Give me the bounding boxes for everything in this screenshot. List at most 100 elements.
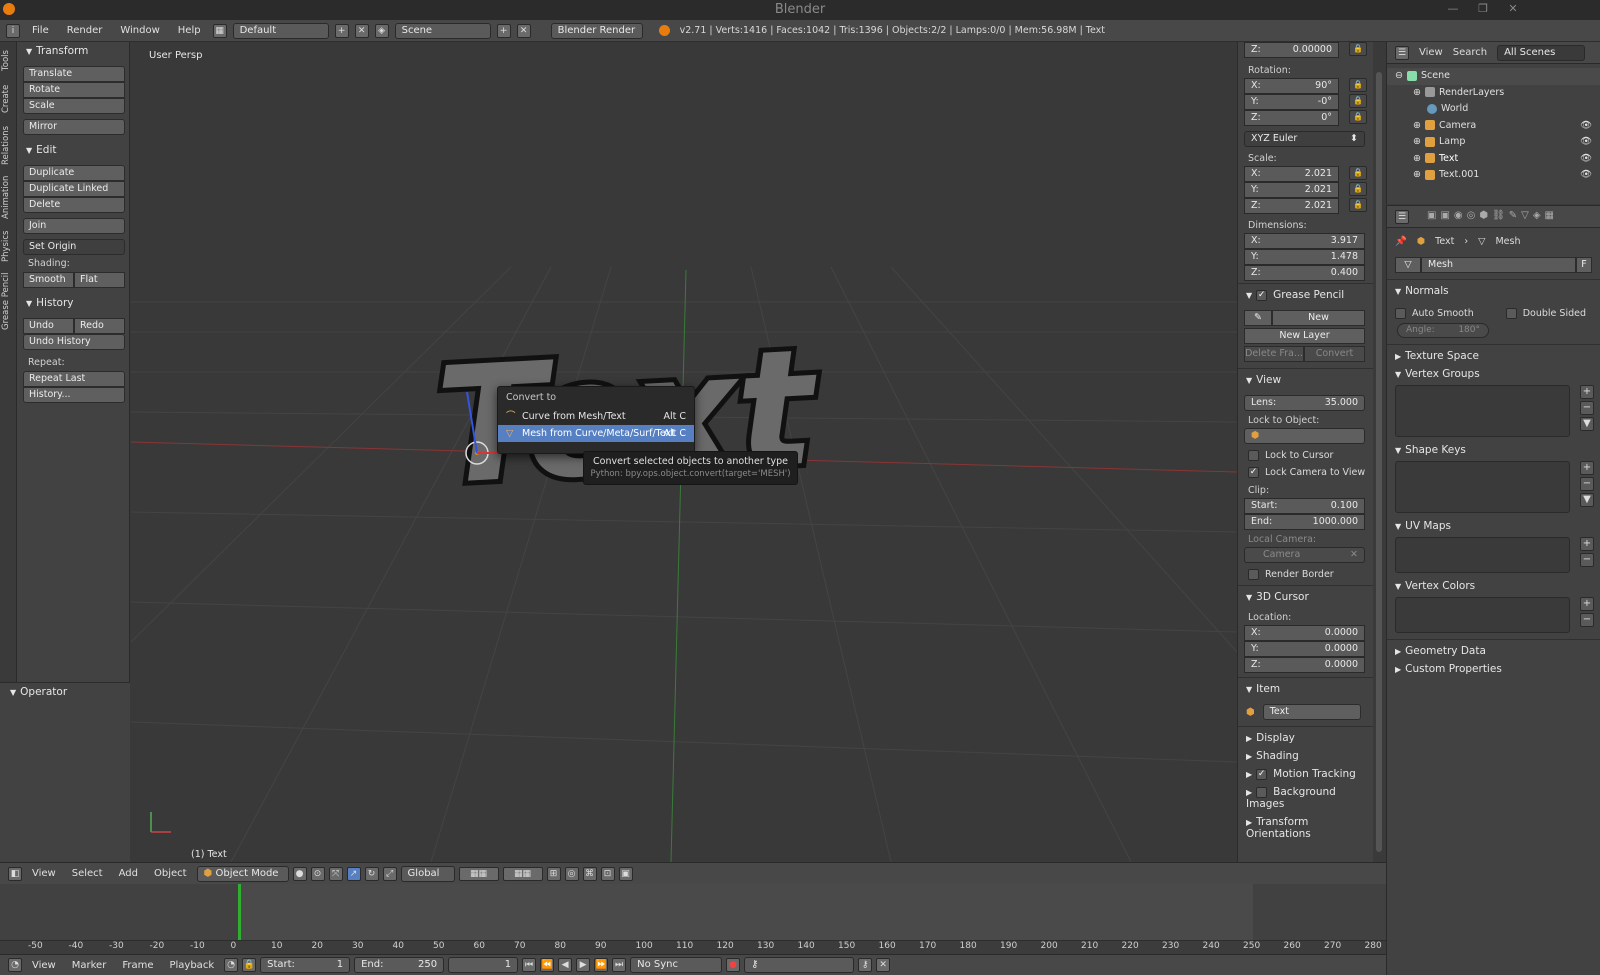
lock-icon[interactable]: 🔒 xyxy=(1349,94,1367,108)
scale-z-field[interactable]: Z: 2.021 xyxy=(1244,198,1339,214)
tab-create[interactable]: Create xyxy=(1,80,16,118)
layers-icon[interactable]: ▦▦ xyxy=(502,866,543,881)
set-origin-dropdown[interactable]: Set Origin xyxy=(23,239,125,255)
vertex-groups-header[interactable]: ▼ Vertex Groups xyxy=(1387,365,1600,383)
minimize-icon[interactable]: — xyxy=(1446,2,1460,16)
scale-button[interactable]: Scale xyxy=(23,98,125,114)
menu-help[interactable]: Help xyxy=(172,25,207,36)
fake-user-button[interactable]: F xyxy=(1576,257,1592,273)
background-images-checkbox[interactable] xyxy=(1256,786,1268,798)
add-icon[interactable]: + xyxy=(1580,385,1594,399)
double-sided-checkbox[interactable] xyxy=(1505,308,1517,319)
outliner-row-text-001[interactable]: ⊕ Text.001 👁 xyxy=(1387,167,1600,184)
menu-object[interactable]: Object xyxy=(148,868,193,879)
lock-icon[interactable]: 🔒 xyxy=(1349,42,1367,56)
menu-view[interactable]: View xyxy=(26,868,62,879)
lock-icon[interactable]: 🔒 xyxy=(1349,166,1367,180)
menu-item-mesh-from-curve[interactable]: ▽ Mesh from Curve/Meta/Surf/Text Alt C xyxy=(498,425,694,442)
dimension-z-field[interactable]: Z: 0.400 xyxy=(1244,265,1365,281)
render-preview-icon[interactable]: ▣ xyxy=(618,866,633,881)
tab-tools[interactable]: Tools xyxy=(1,46,16,76)
current-frame-field[interactable]: 1 xyxy=(448,957,519,973)
add-icon[interactable]: + xyxy=(1580,461,1594,475)
tab-grease-pencil[interactable]: Grease Pencil xyxy=(1,270,16,332)
transform-orientation-dropdown[interactable]: Global xyxy=(400,865,455,882)
dimension-y-field[interactable]: Y: 1.478 xyxy=(1244,249,1365,265)
lock-icon[interactable]: 🔒 xyxy=(1349,198,1367,212)
tab-physics[interactable]: Physics xyxy=(1,226,16,266)
expand-icon[interactable]: ⊕ xyxy=(1413,169,1421,180)
layout-icon[interactable]: ▦ xyxy=(212,23,227,38)
auto-smooth-row[interactable]: Auto Smooth xyxy=(1395,308,1474,319)
snap-icon[interactable]: ⌘ xyxy=(582,866,597,881)
insert-keyframe-icon[interactable]: ⚷ xyxy=(858,958,873,972)
visibility-eye-icon[interactable]: 👁 xyxy=(1580,118,1592,134)
new-gp-button[interactable]: New xyxy=(1272,310,1365,326)
outliner-row-text[interactable]: ⊕ Text 👁 xyxy=(1387,151,1600,168)
angle-field[interactable]: Angle: 180° xyxy=(1397,323,1489,338)
visibility-eye-icon[interactable]: 👁 xyxy=(1580,167,1592,183)
outliner-filter-dropdown[interactable]: All Scenes xyxy=(1497,44,1586,61)
lock-icon[interactable]: 🔒 xyxy=(1349,78,1367,92)
outliner-menu-search[interactable]: Search xyxy=(1453,47,1487,58)
menu-item-curve-from-mesh[interactable]: ⌒ Curve from Mesh/Text Alt C xyxy=(498,408,694,425)
lock-camera-checkbox[interactable]: ✓ xyxy=(1248,467,1259,478)
lock-object-field[interactable]: ⬢ xyxy=(1244,428,1365,444)
play-icon[interactable]: ▶ xyxy=(576,958,591,972)
rotate-manipulator-icon[interactable]: ↻ xyxy=(364,866,379,881)
texture-space-header[interactable]: ▶ Texture Space xyxy=(1387,347,1600,365)
rotate-button[interactable]: Rotate xyxy=(23,82,125,98)
dropdown-icon[interactable]: ▼ xyxy=(1580,493,1594,507)
smooth-button[interactable]: Smooth xyxy=(23,272,74,288)
editor-type-icon[interactable]: ☰ xyxy=(1395,210,1409,224)
add-icon[interactable]: + xyxy=(1580,597,1594,611)
menu-frame[interactable]: Frame xyxy=(116,960,159,971)
delete-button[interactable]: Delete xyxy=(23,197,125,213)
editor-type-icon[interactable]: ◔ xyxy=(8,958,22,972)
scene-selector[interactable]: Scene xyxy=(394,22,491,39)
start-frame-field[interactable]: Start: 1 xyxy=(260,957,351,973)
translate-button[interactable]: Translate xyxy=(23,66,125,82)
display-panel-header[interactable]: ▶ Display xyxy=(1238,729,1373,747)
item-panel-header[interactable]: ▼ Item xyxy=(1238,680,1373,698)
clip-start-field[interactable]: Start: 0.100 xyxy=(1244,498,1365,514)
next-keyframe-icon[interactable]: ⏩ xyxy=(594,958,609,972)
restore-icon[interactable]: ❐ xyxy=(1476,2,1490,16)
grease-pencil-checkbox[interactable]: ✓ xyxy=(1256,289,1268,301)
pivot-point-icon[interactable]: ⊙ xyxy=(310,866,325,881)
history-button[interactable]: History... xyxy=(23,387,125,403)
expand-icon[interactable]: ⊕ xyxy=(1413,136,1421,147)
remove-icon[interactable]: − xyxy=(1580,613,1594,627)
timeline-ruler[interactable]: -50 -40 -30 -20 -10 0 10 20 30 40 50 60 70 80 90 100 110… xyxy=(0,940,1386,954)
editor-type-icon[interactable]: ☰ xyxy=(1395,45,1409,60)
lock-icon[interactable]: 🔒 xyxy=(1349,182,1367,196)
lock-icon[interactable]: 🔒 xyxy=(1349,110,1367,124)
prev-keyframe-icon[interactable]: ⏪ xyxy=(540,958,555,972)
scale-manipulator-icon[interactable]: ⤢ xyxy=(382,866,397,881)
play-reverse-icon[interactable]: ◀ xyxy=(558,958,573,972)
background-images-header[interactable]: ▶ Background Images xyxy=(1238,783,1373,813)
dropdown-icon[interactable]: ▼ xyxy=(1580,417,1594,431)
outliner-row-camera[interactable]: ⊕ Camera 👁 xyxy=(1387,118,1600,135)
lock-to-cursor-checkbox[interactable] xyxy=(1248,450,1259,461)
menu-view[interactable]: View xyxy=(26,960,62,971)
menu-render[interactable]: Render xyxy=(61,25,109,36)
render-engine-selector[interactable]: Blender Render xyxy=(550,22,643,39)
transform-panel-header[interactable]: ▼ Transform xyxy=(20,42,128,60)
cursor-y-field[interactable]: Y: 0.0000 xyxy=(1244,641,1365,657)
expand-icon[interactable]: ⊕ xyxy=(1413,87,1421,98)
join-button[interactable]: Join xyxy=(23,218,125,234)
editor-type-icon[interactable]: ◧ xyxy=(8,866,22,881)
timeline-editor[interactable]: -50 -40 -30 -20 -10 0 10 20 30 40 50 60 70 80 90 100 110… xyxy=(0,884,1386,954)
menu-select[interactable]: Select xyxy=(66,868,109,879)
visibility-eye-icon[interactable]: 👁 xyxy=(1580,134,1592,150)
flat-button[interactable]: Flat xyxy=(74,272,125,288)
pin-icon[interactable]: 📌 xyxy=(1395,236,1407,247)
lock-icon[interactable]: 🔒 xyxy=(242,958,257,972)
translate-manipulator-icon[interactable]: ↗ xyxy=(346,866,361,881)
render-border-row[interactable]: Render Border xyxy=(1238,566,1373,583)
custom-properties-header[interactable]: ▶ Custom Properties xyxy=(1387,660,1600,678)
lens-field[interactable]: Lens: 35.000 xyxy=(1244,395,1365,411)
editor-type-icon[interactable]: i xyxy=(6,23,20,38)
add-scene-icon[interactable]: + xyxy=(496,23,511,38)
